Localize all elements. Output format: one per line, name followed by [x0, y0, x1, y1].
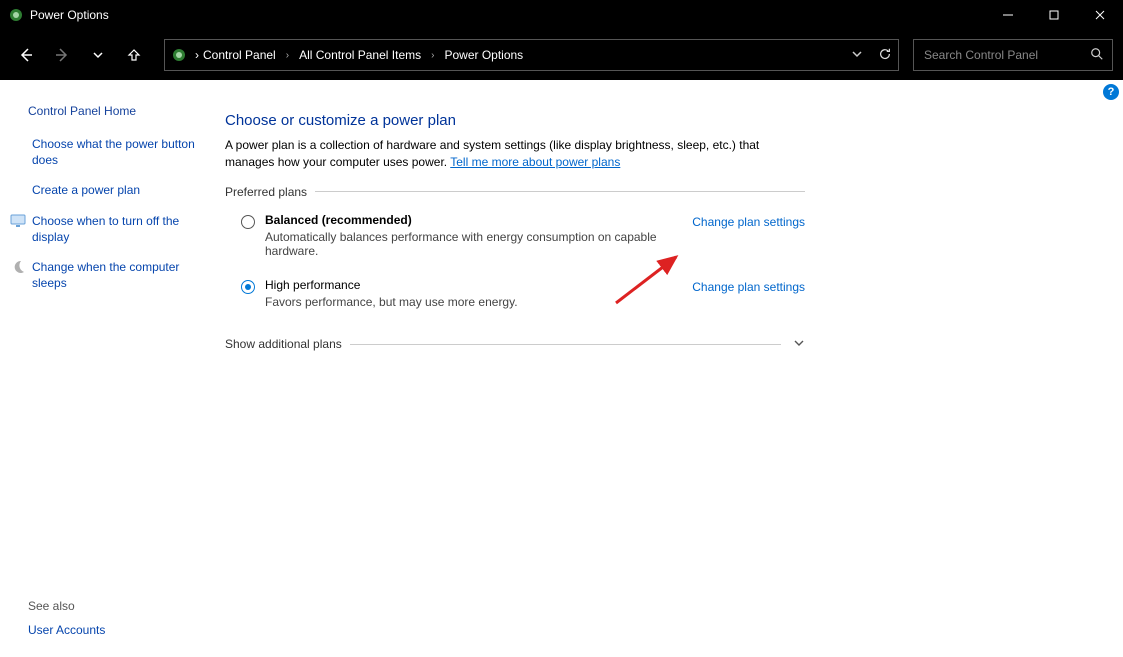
blank-icon	[10, 182, 26, 198]
link-computer-sleeps[interactable]: Change when the computer sleeps	[32, 259, 205, 291]
close-button[interactable]	[1077, 0, 1123, 30]
plan-high-performance: High performance Favors performance, but…	[225, 274, 805, 313]
chevron-down-icon[interactable]	[793, 337, 805, 352]
sidebar-item-turn-off-display: Choose when to turn off the display	[10, 213, 205, 245]
monitor-icon	[10, 213, 26, 229]
chevron-right-icon: ›	[286, 50, 289, 61]
address-bar[interactable]: › Control Panel › All Control Panel Item…	[164, 39, 899, 71]
search-bar[interactable]	[913, 39, 1113, 71]
titlebar: Power Options	[0, 0, 1123, 30]
breadcrumb-control-panel[interactable]: Control Panel	[203, 48, 276, 62]
plan-balanced-desc: Automatically balances performance with …	[265, 230, 682, 258]
link-tell-me-more[interactable]: Tell me more about power plans	[450, 155, 620, 169]
back-button[interactable]	[10, 39, 42, 71]
help-icon[interactable]: ?	[1103, 84, 1119, 100]
divider	[350, 344, 781, 345]
link-control-panel-home[interactable]: Control Panel Home	[28, 104, 205, 118]
content-pane: ? Choose or customize a power plan A pow…	[215, 80, 1123, 657]
link-change-settings-balanced[interactable]: Change plan settings	[692, 215, 805, 229]
link-create-power-plan[interactable]: Create a power plan	[32, 182, 140, 198]
plan-high-performance-desc: Favors performance, but may use more ene…	[265, 295, 682, 309]
sidebar-item-power-button: Choose what the power button does	[10, 136, 205, 168]
maximize-button[interactable]	[1031, 0, 1077, 30]
breadcrumb-power-options[interactable]: Power Options	[444, 48, 523, 62]
radio-balanced[interactable]	[241, 215, 255, 229]
moon-icon	[10, 259, 26, 275]
breadcrumb: Control Panel › All Control Panel Items …	[203, 48, 523, 62]
see-also-section: See also User Accounts	[28, 599, 105, 637]
link-user-accounts[interactable]: User Accounts	[28, 623, 105, 637]
forward-button[interactable]	[46, 39, 78, 71]
minimize-button[interactable]	[985, 0, 1031, 30]
chevron-right-icon: ›	[431, 50, 434, 61]
sidebar-item-create-plan: Create a power plan	[10, 182, 205, 198]
preferred-plans-header: Preferred plans	[225, 185, 805, 199]
search-icon[interactable]	[1090, 47, 1104, 64]
navbar: › Control Panel › All Control Panel Item…	[0, 30, 1123, 80]
radio-high-performance[interactable]	[241, 280, 255, 294]
see-also-label: See also	[28, 599, 105, 613]
breadcrumb-all-items[interactable]: All Control Panel Items	[299, 48, 421, 62]
plan-balanced-name[interactable]: Balanced (recommended)	[265, 213, 682, 227]
app-icon	[8, 7, 24, 23]
link-change-settings-high-perf[interactable]: Change plan settings	[692, 280, 805, 294]
sidebar: Control Panel Home Choose what the power…	[0, 80, 215, 657]
refresh-button[interactable]	[878, 47, 892, 64]
address-dropdown-icon[interactable]	[852, 48, 862, 62]
preferred-plans-label: Preferred plans	[225, 185, 307, 199]
plan-balanced: Balanced (recommended) Automatically bal…	[225, 209, 805, 262]
link-power-button-does[interactable]: Choose what the power button does	[32, 136, 205, 168]
link-turn-off-display[interactable]: Choose when to turn off the display	[32, 213, 205, 245]
control-panel-icon	[171, 47, 187, 63]
plan-high-performance-name[interactable]: High performance	[265, 278, 682, 292]
search-input[interactable]	[922, 47, 1084, 63]
up-button[interactable]	[118, 39, 150, 71]
divider	[315, 191, 805, 192]
page-heading: Choose or customize a power plan	[225, 112, 1063, 129]
chevron-right-icon: ›	[195, 48, 199, 62]
page-description: A power plan is a collection of hardware…	[225, 137, 805, 171]
additional-plans-header[interactable]: Show additional plans	[225, 337, 805, 352]
blank-icon	[10, 136, 26, 152]
additional-plans-label: Show additional plans	[225, 337, 342, 351]
recent-dropdown[interactable]	[82, 39, 114, 71]
window-title: Power Options	[30, 8, 109, 22]
sidebar-item-computer-sleeps: Change when the computer sleeps	[10, 259, 205, 291]
